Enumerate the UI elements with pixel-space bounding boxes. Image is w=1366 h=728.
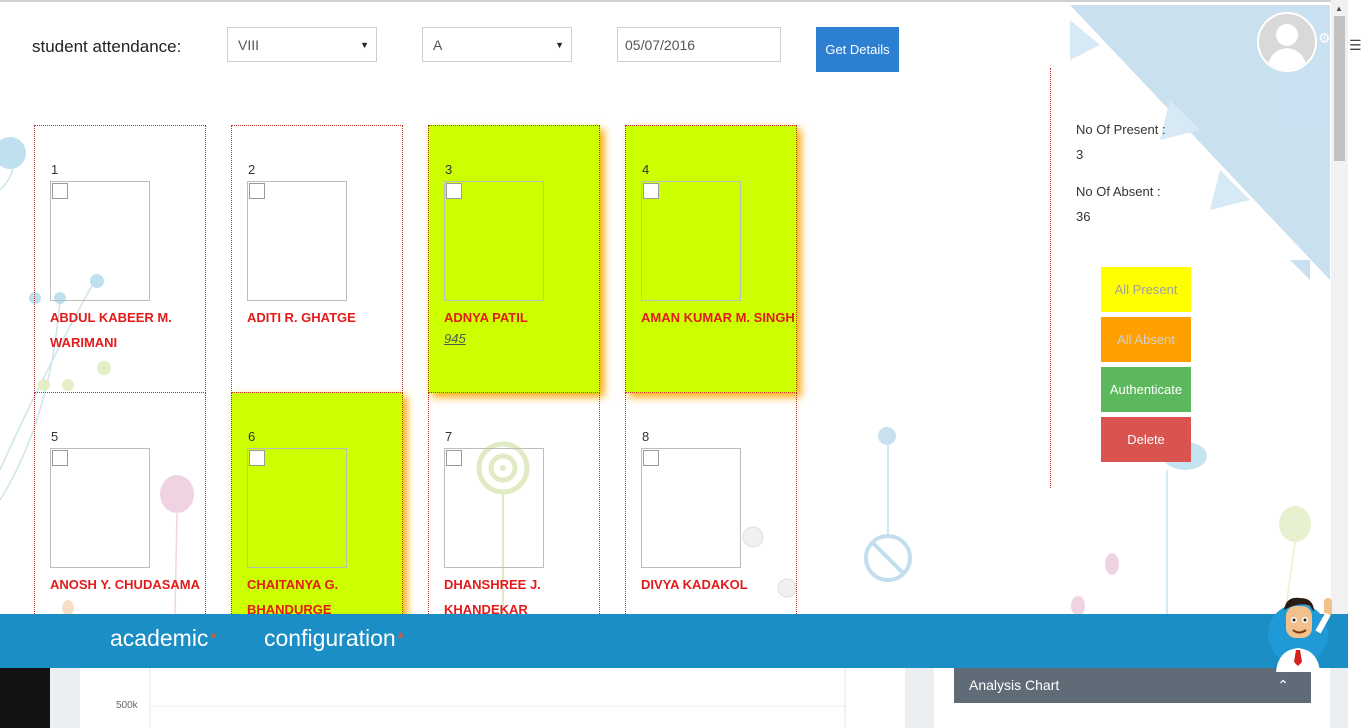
page-title: student attendance: [32, 37, 182, 56]
get-details-button[interactable]: Get Details [816, 27, 899, 72]
student-name: ADNYA PATIL [444, 310, 528, 325]
student-card[interactable]: 2 ADITI R. GHATGE [231, 125, 403, 393]
right-edge-panel [1348, 0, 1366, 668]
nav-configuration[interactable]: configuration▲ [264, 625, 406, 652]
student-number: 1 [51, 162, 59, 177]
chart-gridlines [149, 668, 846, 728]
broken-image-icon [52, 183, 68, 199]
top-border [0, 0, 1366, 2]
student-number: 2 [248, 162, 256, 177]
student-name: ANOSH Y. CHUDASAMA [50, 577, 200, 592]
student-number: 4 [642, 162, 650, 177]
chevron-up-icon[interactable]: ⌃ [1277, 677, 1289, 694]
student-photo [50, 181, 150, 301]
student-number: 8 [642, 429, 650, 444]
scrollbar-thumb[interactable] [1334, 16, 1345, 161]
nav-academic[interactable]: academic▲ [110, 625, 218, 652]
student-photo [641, 448, 741, 568]
delete-button[interactable]: Delete [1101, 417, 1191, 462]
nav-academic-label: academic [110, 625, 209, 651]
nav-configuration-label: configuration [264, 625, 396, 651]
all-present-button[interactable]: All Present [1101, 267, 1191, 312]
panel-divider [1050, 68, 1051, 488]
student-name: ADITI R. GHATGE [247, 310, 356, 325]
student-number: 6 [248, 429, 256, 444]
analysis-chart-header[interactable]: Analysis Chart ⌃ [954, 668, 1311, 703]
all-absent-button[interactable]: All Absent [1101, 317, 1191, 362]
student-number: 5 [51, 429, 59, 444]
section-select[interactable]: A ▼ [422, 27, 572, 62]
scroll-up-arrow-icon[interactable]: ▲ [1335, 4, 1343, 13]
student-card[interactable]: 4 AMAN KUMAR M. SINGH [625, 125, 797, 393]
chart-axis-tick: 500k [116, 700, 138, 711]
student-name: ABDUL KABEER M. WARIMANI [50, 310, 172, 350]
student-card[interactable]: 1 ABDUL KABEER M. WARIMANI [34, 125, 206, 393]
student-card[interactable]: 3 ADNYA PATIL 945 [428, 125, 600, 393]
broken-image-icon [446, 183, 462, 199]
vertical-scrollbar[interactable]: ▲ [1331, 0, 1348, 668]
section-select-value: A [433, 37, 443, 53]
student-name: DIVYA KADAKOL [641, 577, 748, 592]
analysis-chart-label: Analysis Chart [969, 677, 1060, 693]
caret-down-icon: ▼ [360, 40, 369, 50]
class-select[interactable]: VIII ▼ [227, 27, 377, 62]
hamburger-icon[interactable]: ☰ [1349, 37, 1362, 54]
caret-up-icon: ▲ [208, 629, 219, 641]
class-select-value: VIII [238, 37, 260, 53]
date-input[interactable]: 05/07/2016 [617, 27, 781, 62]
broken-image-icon [249, 183, 265, 199]
mascot-assistant-icon[interactable] [1262, 592, 1342, 672]
student-photo [247, 181, 347, 301]
absent-value: 36 [1076, 209, 1091, 224]
student-photo [444, 181, 544, 301]
student-number: 7 [445, 429, 453, 444]
chart-card [80, 668, 905, 728]
student-roll[interactable]: 945 [444, 331, 466, 346]
broken-image-icon [643, 183, 659, 199]
broken-image-icon [249, 450, 265, 466]
gear-icon[interactable]: ⚙ [1318, 30, 1331, 47]
broken-image-icon [446, 450, 462, 466]
side-strip [0, 668, 50, 728]
present-value: 3 [1076, 147, 1084, 162]
student-photo [641, 181, 741, 301]
avatar[interactable] [1257, 12, 1317, 72]
caret-down-icon: ▼ [555, 40, 564, 50]
user-silhouette-icon [1267, 24, 1307, 70]
broken-image-icon [52, 450, 68, 466]
present-label: No Of Present : [1076, 122, 1166, 137]
student-photo [50, 448, 150, 568]
student-number: 3 [445, 162, 453, 177]
absent-label: No Of Absent : [1076, 184, 1161, 199]
student-photo [444, 448, 544, 568]
student-name: AMAN KUMAR M. SINGH [641, 310, 795, 325]
authenticate-button[interactable]: Authenticate [1101, 367, 1191, 412]
broken-image-icon [643, 450, 659, 466]
student-photo [247, 448, 347, 568]
caret-up-icon: ▲ [395, 629, 406, 641]
